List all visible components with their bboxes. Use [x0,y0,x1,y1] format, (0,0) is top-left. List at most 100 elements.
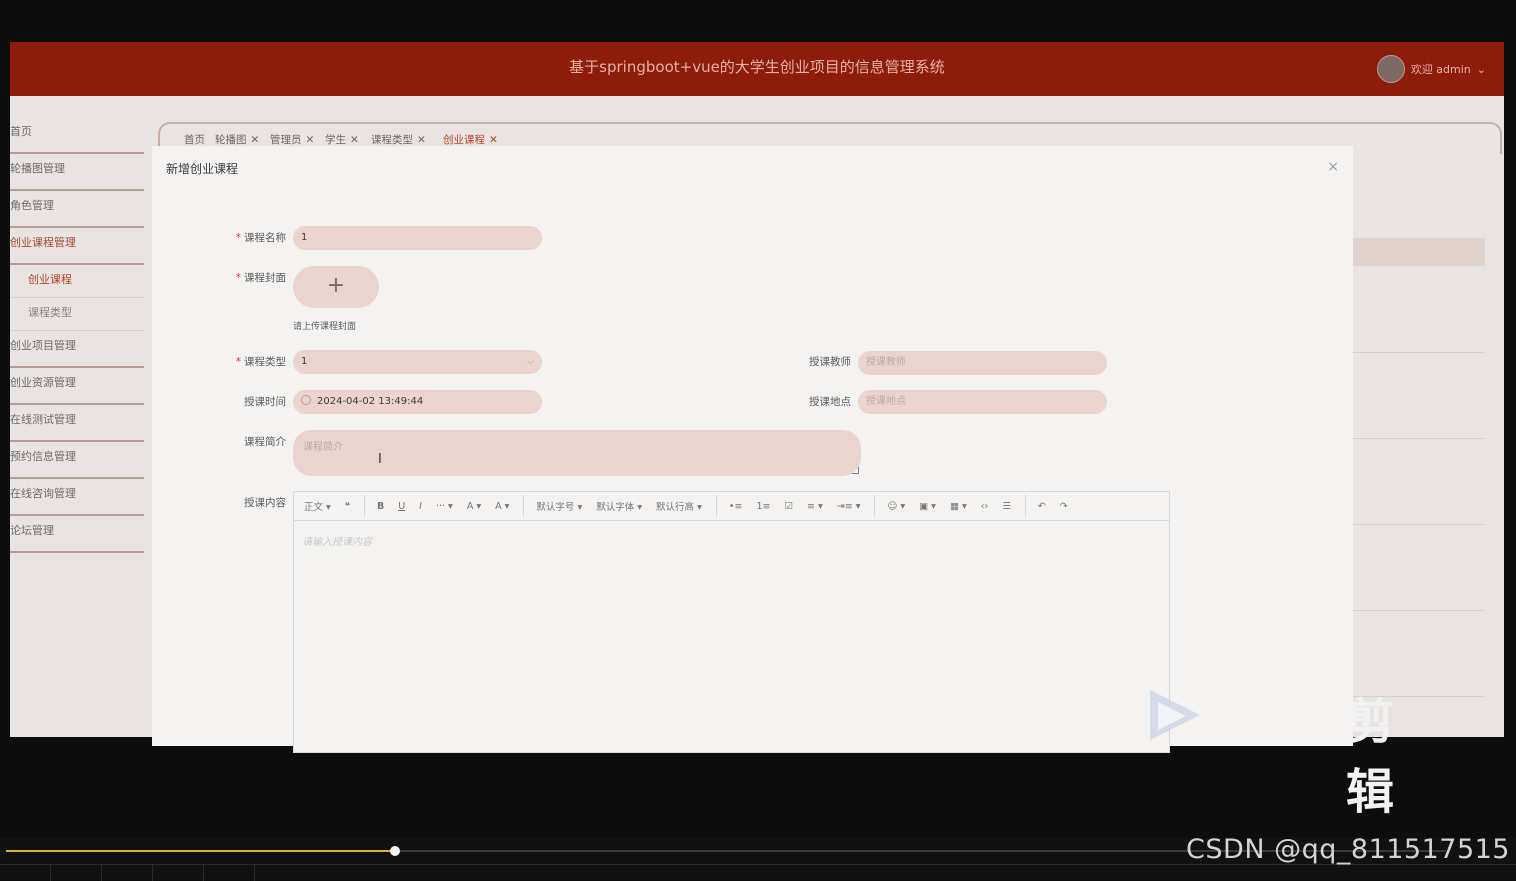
content-label: 授课内容 [244,497,286,509]
sidebar-subitem-course[interactable]: 创业课程 [10,265,144,298]
align-icon[interactable]: ≡ ▾ [807,501,823,512]
place-input[interactable]: 授课地点 [858,390,1107,414]
sidebar-item-projects[interactable]: 创业项目管理 [10,331,144,368]
avatar[interactable] [1376,55,1405,83]
background-row-divider [1353,524,1485,525]
user-menu[interactable]: 欢迎 admin ⌄ [1376,55,1486,83]
player-control[interactable] [204,865,255,881]
sidebar: 首页 轮播图管理 角色管理 创业课程管理 创业课程 课程类型 创业项目管理 创业… [10,117,144,553]
undo-icon[interactable]: ↶ [1038,501,1046,512]
player-controls-strip [0,864,1516,881]
user-label[interactable]: 欢迎 admin [1411,61,1471,77]
tab-carousel[interactable]: 轮播图 ✕ [215,132,259,147]
tab-admin[interactable]: 管理员 ✕ [270,132,314,147]
intro-label: 课程简介 [244,436,286,448]
font-color-icon[interactable]: A ▾ [467,501,481,512]
chevron-down-icon: ⌵ [527,357,534,367]
course-type-value: 1 [301,356,308,367]
code-icon[interactable]: ‹› [981,501,989,512]
paragraph-format-dropdown[interactable]: 正文 ▾ [304,499,331,513]
intro-placeholder: 课程简介 [303,442,343,453]
redo-icon[interactable]: ↷ [1060,501,1068,512]
sidebar-item-tests[interactable]: 在线测试管理 [10,405,144,442]
sidebar-item-appointments[interactable]: 预约信息管理 [10,442,144,479]
emoji-icon[interactable]: ☺ ▾ [887,501,905,512]
background-row-divider [1353,352,1485,353]
close-icon[interactable]: ✕ [350,134,359,146]
close-icon[interactable]: ✕ [306,134,315,146]
time-value: 2024-04-02 13:49:44 [317,396,424,407]
bulleted-list-icon[interactable]: •≡ [729,501,743,512]
rich-text-editor[interactable]: 正文 ▾ ❝ B U I ··· ▾ A ▾ A ▾ 默认字号 ▾ 默认字体 ▾… [293,491,1170,753]
editor-placeholder: 请输入授课内容 [302,537,372,548]
close-icon[interactable]: ✕ [251,134,260,146]
course-name-input[interactable]: 1 [293,226,542,250]
image-icon[interactable]: ▣ ▾ [919,501,936,512]
time-label: 授课时间 [244,396,286,408]
background-row-divider [1353,438,1485,439]
player-control[interactable] [51,865,102,881]
toolbar-divider [1024,495,1026,517]
divider-line-icon[interactable]: ☰ [1002,501,1011,512]
close-icon[interactable]: ✕ [417,134,426,146]
close-icon[interactable]: ✕ [489,134,498,146]
italic-icon[interactable]: I [419,501,422,512]
sidebar-item-home[interactable]: 首页 [10,117,144,154]
toolbar-divider [363,495,365,517]
tab-course-type[interactable]: 课程类型 ✕ [371,132,426,147]
plus-icon: + [326,273,346,298]
editor-toolbar: 正文 ▾ ❝ B U I ··· ▾ A ▾ A ▾ 默认字号 ▾ 默认字体 ▾… [294,492,1169,521]
app-title: 基于springboot+vue的大学生创业项目的信息管理系统 [569,58,945,76]
sidebar-item-consult[interactable]: 在线咨询管理 [10,479,144,516]
indent-icon[interactable]: ⇥≡ ▾ [837,501,861,512]
table-icon[interactable]: ▦ ▾ [950,501,967,512]
player-control[interactable] [153,865,204,881]
course-name-label: * 课程名称 [235,232,286,244]
close-icon[interactable]: × [1327,159,1339,175]
course-type-select[interactable]: 1 ⌵ [293,350,542,374]
sidebar-item-forum[interactable]: 论坛管理 [10,516,144,553]
background-row-divider [1353,610,1485,611]
quote-icon[interactable]: ❝ [345,501,350,512]
todo-list-icon[interactable]: ☑ [784,501,793,512]
upload-tip: 请上传课程封面 [293,322,357,332]
course-cover-label: * 课程封面 [235,272,286,284]
edit-overlay-logo: 剪辑 [1146,684,1436,820]
place-label: 授课地点 [809,396,851,408]
tab-home[interactable]: 首页 [184,132,205,147]
toolbar-divider [715,495,717,517]
watermark-text: CSDN @qq_811517515 [1186,834,1510,865]
tab-student[interactable]: 学生 ✕ [325,132,359,147]
time-picker[interactable]: 2024-04-02 13:49:44 [293,390,542,414]
chevron-down-icon[interactable]: ⌄ [1477,63,1486,76]
sidebar-item-carousel[interactable]: 轮播图管理 [10,154,144,191]
sidebar-item-roles[interactable]: 角色管理 [10,191,144,228]
bold-icon[interactable]: B [377,501,384,512]
player-control[interactable] [0,865,51,881]
teacher-input[interactable]: 授课教师 [858,351,1107,375]
player-control[interactable] [102,865,153,881]
upload-cover-button[interactable]: + [293,266,379,308]
text-cursor-icon: I [378,452,382,467]
background-color-icon[interactable]: A ▾ [495,501,509,512]
progress-handle[interactable] [389,846,400,856]
progress-fill [6,850,395,852]
font-family-dropdown[interactable]: 默认字体 ▾ [596,499,642,513]
play-logo-icon [1150,690,1200,740]
teacher-label: 授课教师 [809,356,851,368]
font-size-dropdown[interactable]: 默认字号 ▾ [536,499,582,513]
edit-logo-text: 剪辑 [1346,694,1395,820]
sidebar-item-resources[interactable]: 创业资源管理 [10,368,144,405]
dialog-title: 新增创业课程 [166,162,239,176]
toolbar-divider [523,495,525,517]
sidebar-subitem-course-type[interactable]: 课程类型 [10,298,144,331]
tab-course[interactable]: 创业课程 ✕ [443,132,498,147]
underline-icon[interactable]: U [398,501,405,512]
course-type-label: * 课程类型 [235,356,286,368]
more-format-icon[interactable]: ··· ▾ [436,501,453,512]
line-height-dropdown[interactable]: 默认行高 ▾ [656,499,702,513]
toolbar-divider [874,495,876,517]
sidebar-item-courses[interactable]: 创业课程管理 [10,228,144,265]
numbered-list-icon[interactable]: 1≡ [756,501,770,512]
resize-handle[interactable] [852,467,859,474]
